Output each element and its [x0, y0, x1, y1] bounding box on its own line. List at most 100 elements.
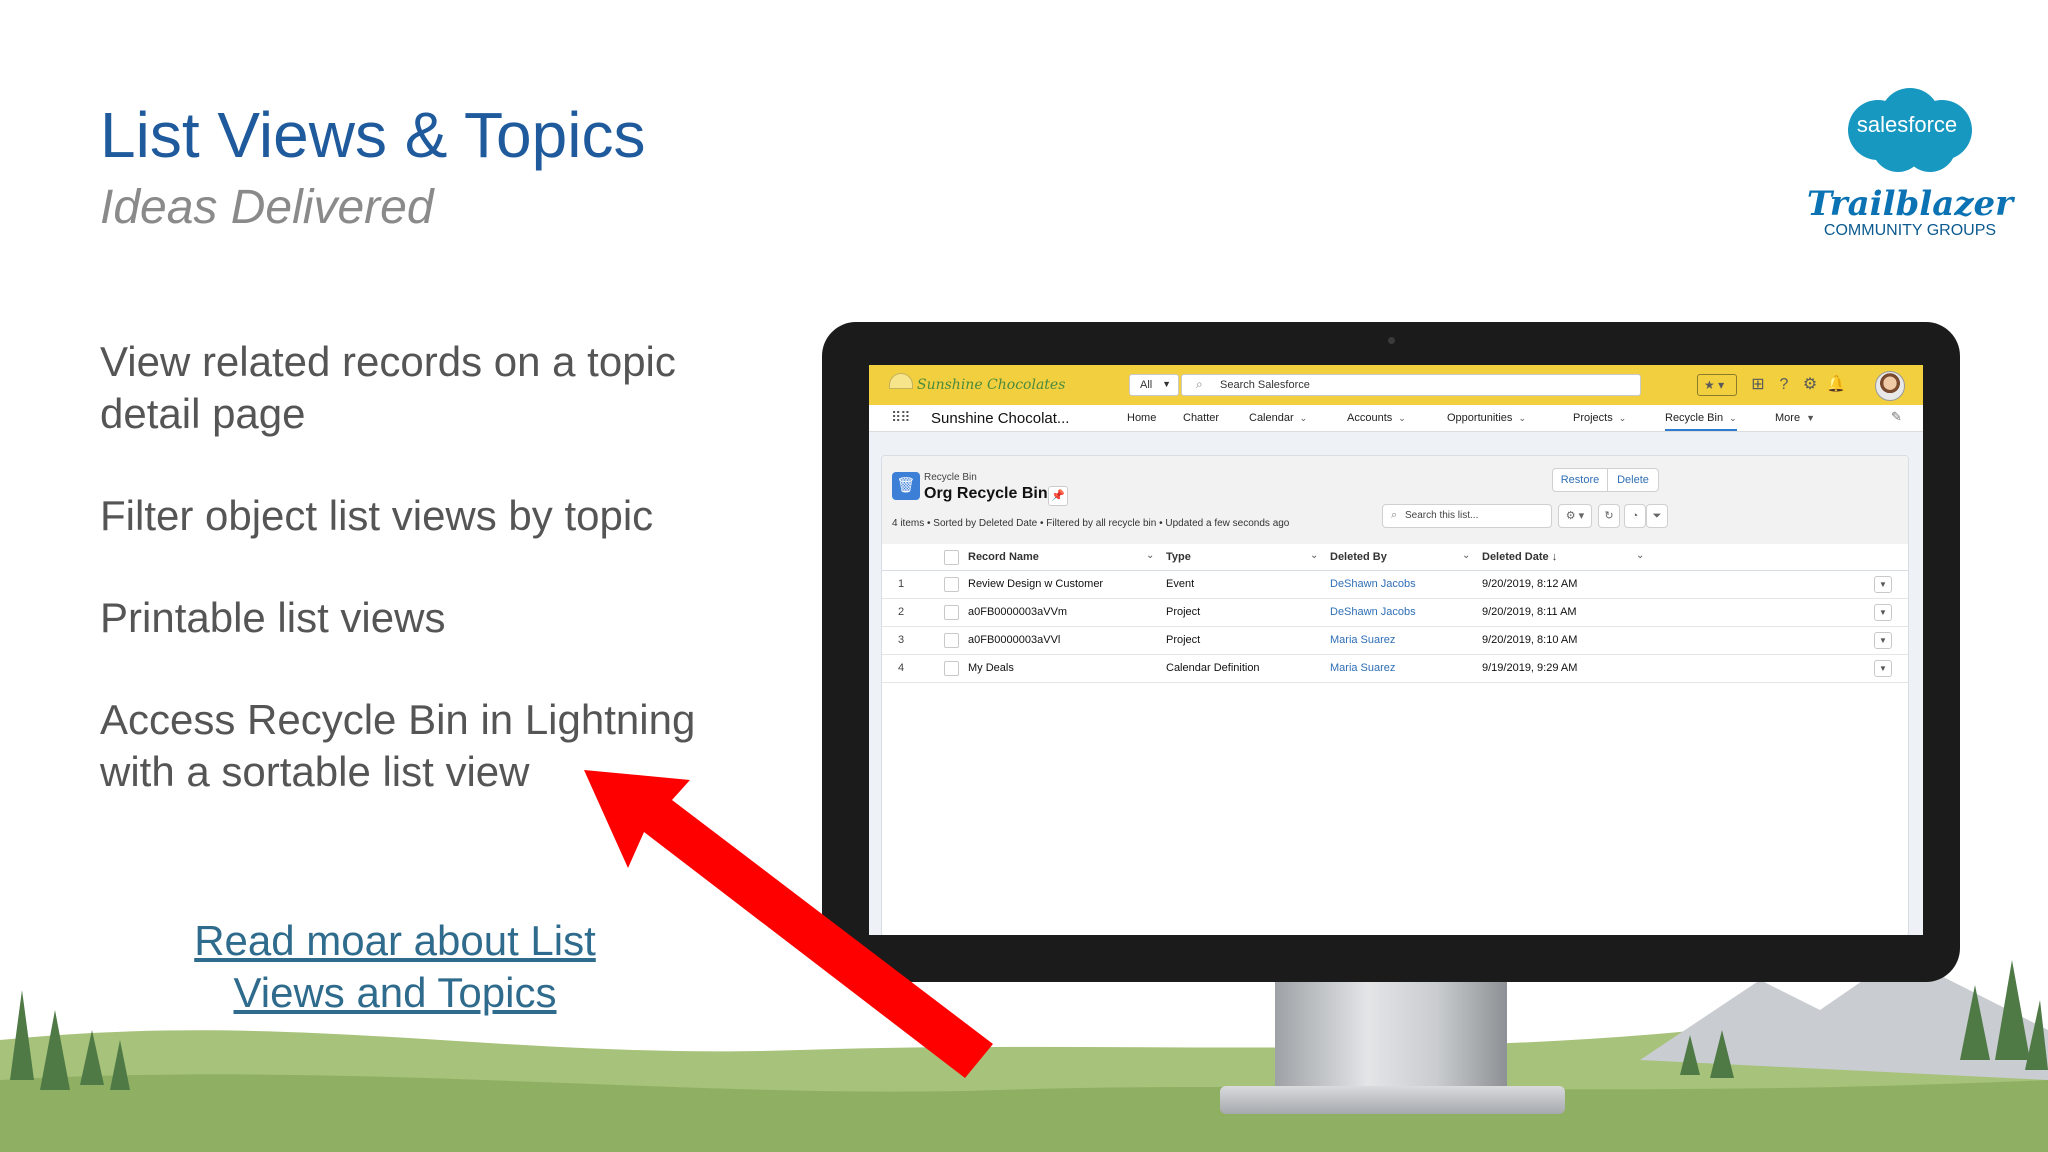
search-scope-value: All	[1140, 379, 1153, 391]
table-row[interactable]: 1 Review Design w Customer Event DeShawn…	[882, 571, 1908, 599]
community-groups-label: COMMUNITY GROUPS	[1823, 222, 1997, 239]
chevron-down-icon[interactable]: ⌄	[1398, 413, 1406, 423]
deleted-date: 9/20/2019, 8:10 AM	[1482, 634, 1578, 646]
column-header-deleted-by[interactable]: Deleted By	[1330, 551, 1387, 563]
tab-recycle-bin-label: Recycle Bin	[1665, 412, 1724, 424]
tab-projects-label: Projects	[1573, 412, 1613, 424]
read-more-link[interactable]: Read moar about List Views and Topics	[150, 915, 640, 1019]
row-actions-button[interactable]: ▼	[1874, 632, 1892, 649]
add-icon[interactable]: ⊞	[1747, 374, 1769, 396]
column-header-type[interactable]: Type	[1166, 551, 1191, 563]
deleted-date: 9/19/2019, 9:29 AM	[1482, 662, 1578, 674]
tab-accounts-label: Accounts	[1347, 412, 1393, 424]
bullet-filter-by-topic: Filter object list views by topic	[100, 492, 654, 539]
row-checkbox[interactable]	[944, 605, 959, 620]
select-all-checkbox[interactable]	[944, 550, 959, 565]
refresh-button[interactable]: ↻	[1598, 504, 1620, 528]
list-settings-button[interactable]: ⚙ ▾	[1558, 504, 1592, 528]
row-number: 2	[898, 606, 905, 618]
chart-button[interactable]: ◔	[1624, 504, 1646, 528]
delete-button[interactable]: Delete	[1607, 468, 1659, 492]
row-actions-button[interactable]: ▼	[1874, 576, 1892, 593]
table-row[interactable]: 3 a0FB0000003aVVl Project Maria Suarez 9…	[882, 627, 1908, 655]
tab-calendar[interactable]: Calendar ⌄	[1249, 412, 1307, 424]
chevron-down-icon[interactable]: ⌄	[1310, 550, 1318, 561]
deleted-by-link[interactable]: DeShawn Jacobs	[1330, 578, 1416, 590]
row-checkbox[interactable]	[944, 661, 959, 676]
chevron-down-icon[interactable]: ⌄	[1636, 550, 1644, 561]
chevron-down-icon[interactable]: ⌄	[1729, 413, 1737, 423]
tab-home[interactable]: Home	[1127, 412, 1156, 424]
row-checkbox[interactable]	[944, 577, 959, 592]
chevron-down-icon[interactable]: ⌄	[1518, 413, 1526, 423]
favorites-button[interactable]: ★ ▾	[1697, 374, 1737, 396]
trailblazer-wordmark: Trailblazer	[1806, 184, 2014, 224]
column-header-record-name[interactable]: Record Name	[968, 551, 1039, 563]
avatar[interactable]	[1875, 371, 1905, 401]
record-name: a0FB0000003aVVm	[968, 606, 1068, 618]
restore-button[interactable]: Restore	[1552, 468, 1608, 492]
tab-accounts[interactable]: Accounts ⌄	[1347, 412, 1406, 424]
tab-projects[interactable]: Projects ⌄	[1573, 412, 1626, 424]
tab-calendar-label: Calendar	[1249, 412, 1294, 424]
slide-title: List Views & Topics	[100, 99, 646, 171]
record-type: Project	[1166, 606, 1201, 618]
slide-subtitle: Ideas Delivered	[100, 181, 434, 234]
chevron-down-icon[interactable]: ⌄	[1146, 550, 1154, 561]
filter-icon: ⏷	[1652, 510, 1662, 522]
list-view-picker[interactable]: Org Recycle Bin▼	[924, 485, 1068, 503]
chevron-down-icon[interactable]: ⌄	[1300, 413, 1308, 423]
row-number: 4	[898, 662, 905, 674]
monitor-screen: Sunshine Chocolates All ▼ ⌕ Search Sales…	[869, 365, 1923, 935]
gear-icon[interactable]: ⚙	[1799, 374, 1821, 396]
tab-more-label: More	[1775, 412, 1801, 424]
tab-opportunities[interactable]: Opportunities ⌄	[1447, 412, 1526, 424]
record-name: My Deals	[968, 662, 1014, 674]
deleted-by-link[interactable]: Maria Suarez	[1330, 662, 1395, 674]
list-view-header: 🗑 Recycle Bin Org Recycle Bin▼ 📌 Restore…	[882, 456, 1908, 545]
table-header: Record Name ⌄ Type ⌄ Deleted By ⌄ Delete…	[882, 544, 1908, 571]
bell-icon[interactable]: 🔔	[1825, 374, 1847, 396]
help-icon[interactable]: ?	[1773, 374, 1795, 396]
tab-more[interactable]: More ▼	[1775, 412, 1815, 424]
object-label: Recycle Bin	[924, 472, 977, 483]
recycle-bin-icon: 🗑	[892, 472, 920, 500]
row-number: 1	[898, 578, 905, 590]
list-view-name: Org Recycle Bin	[924, 485, 1048, 502]
list-meta-info: 4 items • Sorted by Deleted Date • Filte…	[892, 518, 1290, 529]
deleted-by-link[interactable]: Maria Suarez	[1330, 634, 1395, 646]
global-search-input[interactable]: ⌕ Search Salesforce	[1181, 374, 1641, 396]
search-icon: ⌕	[1196, 377, 1203, 391]
deleted-by-link[interactable]: DeShawn Jacobs	[1330, 606, 1416, 618]
global-search-placeholder: Search Salesforce	[1220, 379, 1310, 391]
chevron-down-icon[interactable]: ⌄	[1619, 413, 1627, 423]
table-row[interactable]: 2 a0FB0000003aVVm Project DeShawn Jacobs…	[882, 599, 1908, 627]
row-actions-button[interactable]: ▼	[1874, 604, 1892, 621]
list-search-placeholder: Search this list...	[1405, 510, 1479, 521]
tab-chatter[interactable]: Chatter	[1183, 412, 1219, 424]
edit-nav-icon[interactable]: ✎	[1891, 409, 1902, 425]
bullet-printable: Printable list views	[100, 594, 446, 641]
filter-button[interactable]: ⏷	[1646, 504, 1668, 528]
search-scope-select[interactable]: All ▼	[1129, 374, 1179, 396]
list-search-input[interactable]: ⌕ Search this list...	[1382, 504, 1552, 528]
record-type: Project	[1166, 634, 1201, 646]
chart-icon: ◔	[1631, 510, 1639, 522]
deleted-date: 9/20/2019, 8:11 AM	[1482, 606, 1577, 618]
tab-opportunities-label: Opportunities	[1447, 412, 1513, 424]
pin-icon[interactable]: 📌	[1048, 486, 1068, 506]
column-header-deleted-date[interactable]: Deleted Date ↓	[1482, 551, 1557, 563]
org-brand[interactable]: Sunshine Chocolates	[917, 377, 1065, 393]
chevron-down-icon[interactable]: ⌄	[1462, 550, 1470, 561]
deleted-date: 9/20/2019, 8:12 AM	[1482, 578, 1578, 590]
record-name: Review Design w Customer	[968, 578, 1104, 590]
search-icon: ⌕	[1391, 509, 1398, 521]
row-checkbox[interactable]	[944, 633, 959, 648]
salesforce-logo-text: salesforce	[1856, 112, 1958, 137]
row-actions-button[interactable]: ▼	[1874, 660, 1892, 677]
monitor-camera	[1388, 337, 1395, 344]
tab-recycle-bin[interactable]: Recycle Bin ⌄	[1665, 412, 1737, 431]
monitor-stand	[1275, 982, 1507, 1092]
table-row[interactable]: 4 My Deals Calendar Definition Maria Sua…	[882, 655, 1908, 683]
app-launcher-icon[interactable]: ⠿⠿	[891, 409, 910, 426]
